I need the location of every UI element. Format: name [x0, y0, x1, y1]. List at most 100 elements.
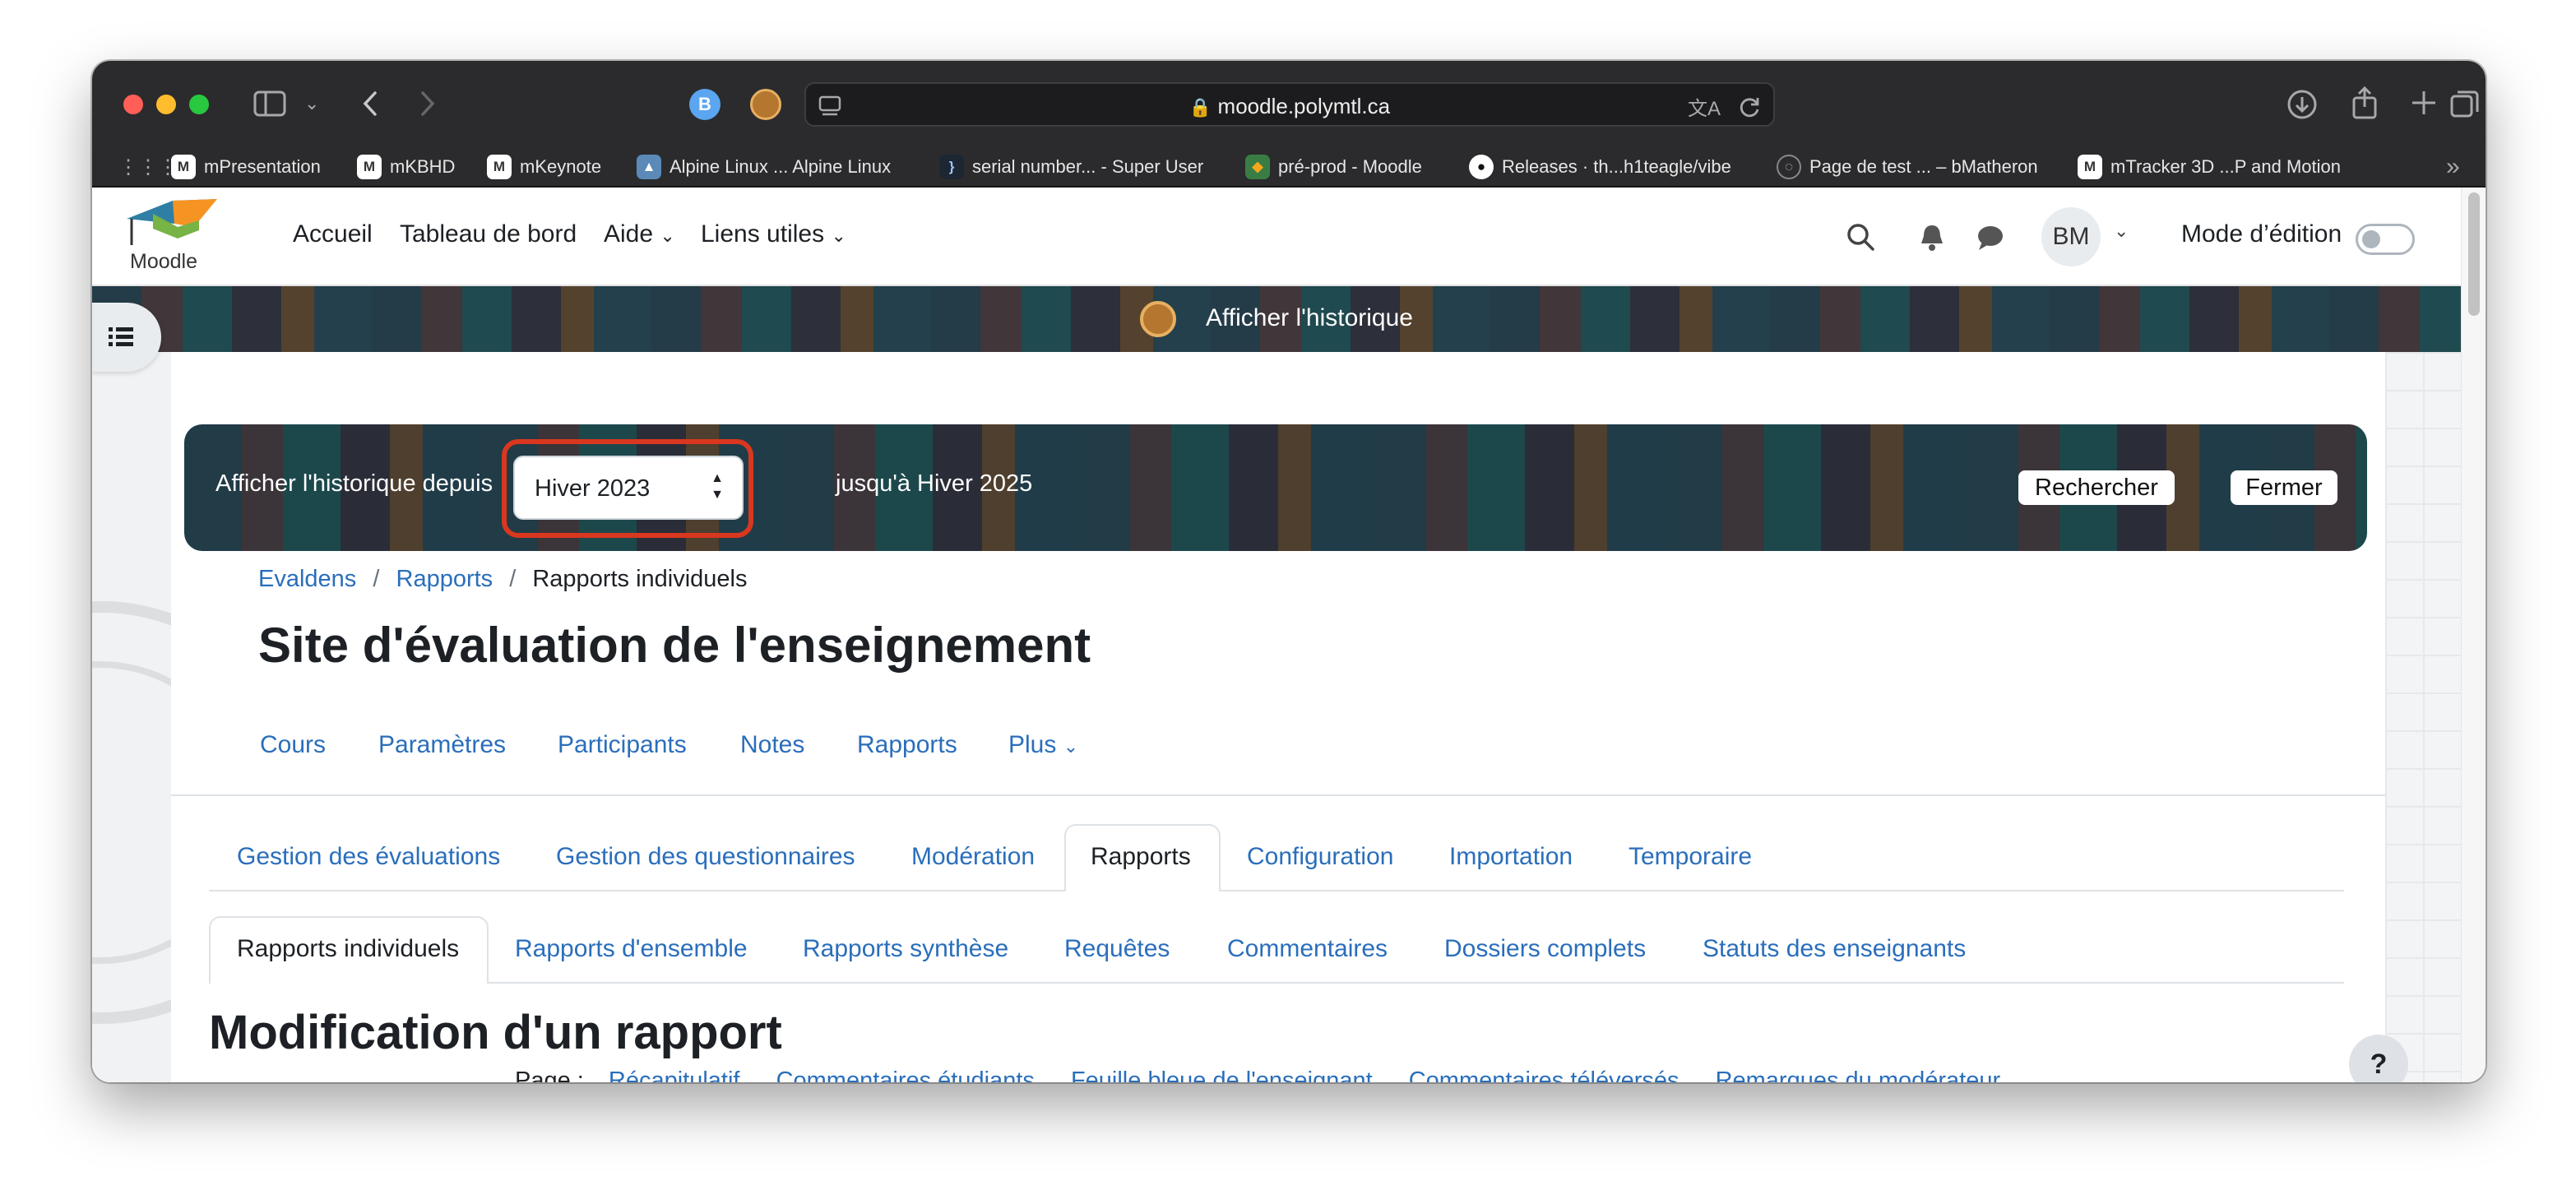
select-arrows-icon: ▲ ▼ — [711, 471, 724, 502]
bookmark-item[interactable]: MmKeynote — [487, 146, 601, 188]
address-bar[interactable]: 🔒 moodle.polymtl.ca 文A — [804, 82, 1775, 127]
minimize-window-button[interactable] — [156, 95, 176, 114]
subtab-statuts-enseignants[interactable]: Statuts des enseignants — [1703, 933, 1966, 966]
moodle-logo-text: Moodle — [130, 250, 197, 273]
page-links-row: Page : Récapitulatif Commentaires étudia… — [515, 1067, 2000, 1082]
bookmarks-overflow-icon[interactable]: » — [2446, 146, 2460, 188]
page-link-remarques-moderateur[interactable]: Remarques du modérateur — [1716, 1067, 2001, 1082]
tab-temporaire[interactable]: Temporaire — [1629, 840, 1752, 873]
avatar[interactable]: BM — [2041, 207, 2101, 266]
tab-rapports[interactable]: Rapports — [1091, 840, 1191, 873]
downloads-icon[interactable] — [2286, 89, 2318, 120]
search-icon[interactable] — [1846, 222, 1875, 252]
nav-aide[interactable]: Aide ⌄ — [604, 220, 675, 248]
page-link-commentaires-televerses[interactable]: Commentaires téléversés — [1409, 1067, 1679, 1082]
back-arrow-icon[interactable] — [360, 90, 380, 117]
subtab-dossiers-complets[interactable]: Dossiers complets — [1444, 933, 1646, 966]
lock-icon: 🔒 — [1188, 97, 1212, 118]
breadcrumb-current: Rapports individuels — [532, 566, 748, 592]
apps-grid-icon[interactable]: ⋮⋮⋮ — [118, 146, 178, 188]
profile-badge[interactable]: B — [689, 89, 720, 120]
subtab-rapports-synthese[interactable]: Rapports synthèse — [803, 933, 1008, 966]
nav-accueil[interactable]: Accueil — [293, 220, 373, 248]
course-nav-rapports[interactable]: Rapports — [857, 729, 957, 762]
moodle-m-icon: M — [357, 155, 382, 179]
superuser-icon: } — [939, 155, 964, 179]
term-select[interactable]: Hiver 2023 ▲ ▼ — [513, 456, 744, 520]
tab-importation[interactable]: Importation — [1449, 840, 1573, 873]
tab-gestion-questionnaires[interactable]: Gestion des questionnaires — [556, 840, 855, 873]
nav-tableau-de-bord[interactable]: Tableau de bord — [400, 220, 577, 248]
tab-gestion-evaluations[interactable]: Gestion des évaluations — [237, 840, 500, 873]
breadcrumb-separator: / — [373, 566, 380, 592]
course-nav-parametres[interactable]: Paramètres — [378, 729, 506, 762]
course-index-toggle[interactable] — [92, 303, 161, 372]
browser-toolbar: ⌄ B 🔒 moodle.polymtl.ca 文A — [92, 61, 2486, 146]
scrollbar-thumb[interactable] — [2468, 192, 2480, 316]
bookmark-item[interactable]: } serial number... - Super User — [939, 146, 1203, 188]
bookmark-item[interactable]: MmPresentation — [171, 146, 321, 188]
subtab-rapports-ensemble[interactable]: Rapports d'ensemble — [515, 933, 748, 966]
close-button[interactable]: Fermer — [2231, 470, 2337, 505]
history-to-label: jusqu'à Hiver 2025 — [836, 470, 1033, 497]
subtab-commentaires[interactable]: Commentaires — [1227, 933, 1388, 966]
browser-window: ⌄ B 🔒 moodle.polymtl.ca 文A ⋮⋮⋮ M mPresen… — [92, 61, 2486, 1082]
bookmark-item[interactable]: ◌ Page de test ... – bMatheron — [1777, 146, 2038, 188]
moodle-m-icon: M — [487, 155, 512, 179]
bookmarks-bar: ⋮⋮⋮ MmPresentation MmKBHD MmKeynote ▲ Alp… — [92, 146, 2486, 188]
bookmark-item[interactable]: ● Releases · th...h1teagle/vibe — [1469, 146, 1731, 188]
chat-icon[interactable] — [1976, 224, 2005, 252]
edit-mode-toggle[interactable] — [2356, 224, 2415, 255]
bookmark-item[interactable]: MmTracker 3D ...P and Motion — [2078, 146, 2341, 188]
chevron-down-icon: ⌄ — [660, 225, 675, 246]
moodle-m-icon: M — [2078, 155, 2102, 179]
term-select-value: Hiver 2023 — [535, 475, 651, 502]
course-nav-participants[interactable]: Participants — [558, 729, 687, 762]
extension-owl-icon[interactable] — [750, 89, 781, 120]
chevron-down-icon: ⌄ — [1063, 736, 1079, 757]
chevron-down-icon: ⌄ — [831, 225, 846, 246]
page-label: Page : — [515, 1067, 584, 1082]
globe-icon: ◌ — [1777, 155, 1801, 179]
breadcrumb-separator: / — [509, 566, 517, 592]
tab-configuration[interactable]: Configuration — [1247, 840, 1393, 873]
nav-liens-utiles[interactable]: Liens utiles ⌄ — [701, 220, 846, 248]
course-nav-cours[interactable]: Cours — [260, 729, 326, 762]
tab-overview-icon[interactable] — [2449, 89, 2481, 120]
chevron-down-icon[interactable]: ⌄ — [2114, 220, 2129, 242]
moodle-hat-icon — [127, 199, 217, 245]
url-text[interactable]: 🔒 moodle.polymtl.ca — [806, 84, 1773, 130]
moodle-logo[interactable]: Moodle — [120, 194, 219, 280]
new-tab-icon[interactable] — [2410, 89, 2438, 117]
page-scrollbar[interactable] — [2461, 188, 2486, 1082]
page-link-recapitulatif[interactable]: Récapitulatif — [609, 1067, 740, 1082]
bell-icon[interactable] — [1918, 222, 1946, 252]
course-nav-plus[interactable]: Plus ⌄ — [1008, 729, 1078, 763]
close-window-button[interactable] — [123, 95, 143, 114]
background-emblem — [92, 601, 171, 1024]
chevron-down-icon[interactable]: ⌄ — [304, 87, 319, 120]
rechercher-button[interactable]: Rechercher — [2018, 470, 2175, 505]
history-banner[interactable]: Afficher l'historique — [92, 286, 2461, 352]
course-nav-divider — [171, 794, 2385, 796]
page-link-commentaires-etudiants[interactable]: Commentaires étudiants — [776, 1067, 1035, 1082]
translate-icon[interactable]: 文A — [1688, 92, 1721, 121]
subtab-requetes[interactable]: Requêtes — [1064, 933, 1170, 966]
breadcrumb-rapports[interactable]: Rapports — [396, 566, 493, 592]
moodle-hat-icon: ◆ — [1245, 155, 1270, 179]
subtab-rapports-individuels[interactable]: Rapports individuels — [237, 933, 459, 966]
breadcrumb-evaldens[interactable]: Evaldens — [258, 566, 356, 592]
reload-icon[interactable] — [1739, 95, 1762, 118]
report-heading: Modification d'un rapport — [209, 1006, 782, 1059]
forward-arrow-icon[interactable] — [418, 90, 438, 117]
course-nav-notes[interactable]: Notes — [740, 729, 804, 762]
main-tabs-divider — [209, 890, 2344, 891]
zoom-window-button[interactable] — [189, 95, 209, 114]
bookmark-item[interactable]: ▲ Alpine Linux ... Alpine Linux — [637, 146, 891, 188]
bookmark-item[interactable]: MmKBHD — [357, 146, 455, 188]
page-link-feuille-bleue[interactable]: Feuille bleue de l'enseignant — [1071, 1067, 1373, 1082]
tab-moderation[interactable]: Modération — [911, 840, 1035, 873]
sidebar-toggle-icon[interactable] — [253, 90, 286, 117]
share-icon[interactable] — [2351, 86, 2379, 120]
bookmark-item[interactable]: ◆ pré-prod - Moodle — [1245, 146, 1422, 188]
